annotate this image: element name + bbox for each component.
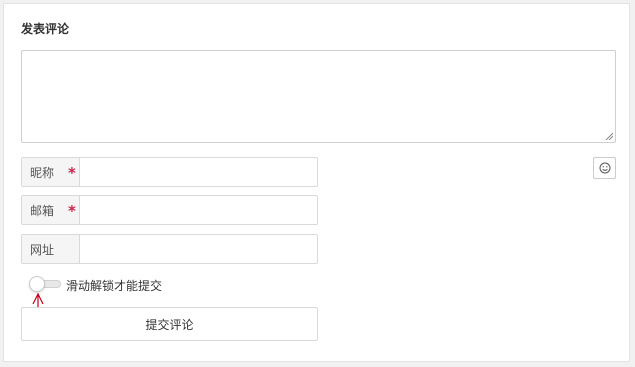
website-label-cell: 网址 xyxy=(22,235,80,263)
toggle-knob[interactable] xyxy=(29,276,45,292)
website-label: 网址 xyxy=(30,242,55,257)
unlock-slider-label: 滑动解锁才能提交 xyxy=(66,279,163,293)
comment-form-card: 发表评论 昵称 * 邮箱 * 网址 滑动解锁才能提交 提交评论 xyxy=(3,3,630,362)
comment-textarea[interactable] xyxy=(21,50,616,143)
website-field: 网址 xyxy=(21,234,318,264)
form-title: 发表评论 xyxy=(21,22,70,36)
submit-comment-button[interactable]: 提交评论 xyxy=(21,307,318,341)
nickname-label: 昵称 xyxy=(30,165,55,180)
nickname-field: 昵称 * xyxy=(21,157,318,187)
email-label: 邮箱 xyxy=(30,203,55,218)
required-star-icon: * xyxy=(68,164,76,182)
nickname-input[interactable] xyxy=(80,158,317,186)
unlock-slider-toggle[interactable] xyxy=(29,276,61,292)
resize-grip-icon[interactable] xyxy=(605,132,613,140)
emoji-button[interactable] xyxy=(593,157,616,179)
website-input[interactable] xyxy=(80,235,317,263)
email-label-cell: 邮箱 * xyxy=(22,196,80,224)
smiley-icon xyxy=(599,162,610,174)
nickname-label-cell: 昵称 * xyxy=(22,158,80,186)
required-star-icon: * xyxy=(68,202,76,220)
email-input[interactable] xyxy=(80,196,317,224)
email-field: 邮箱 * xyxy=(21,195,318,225)
